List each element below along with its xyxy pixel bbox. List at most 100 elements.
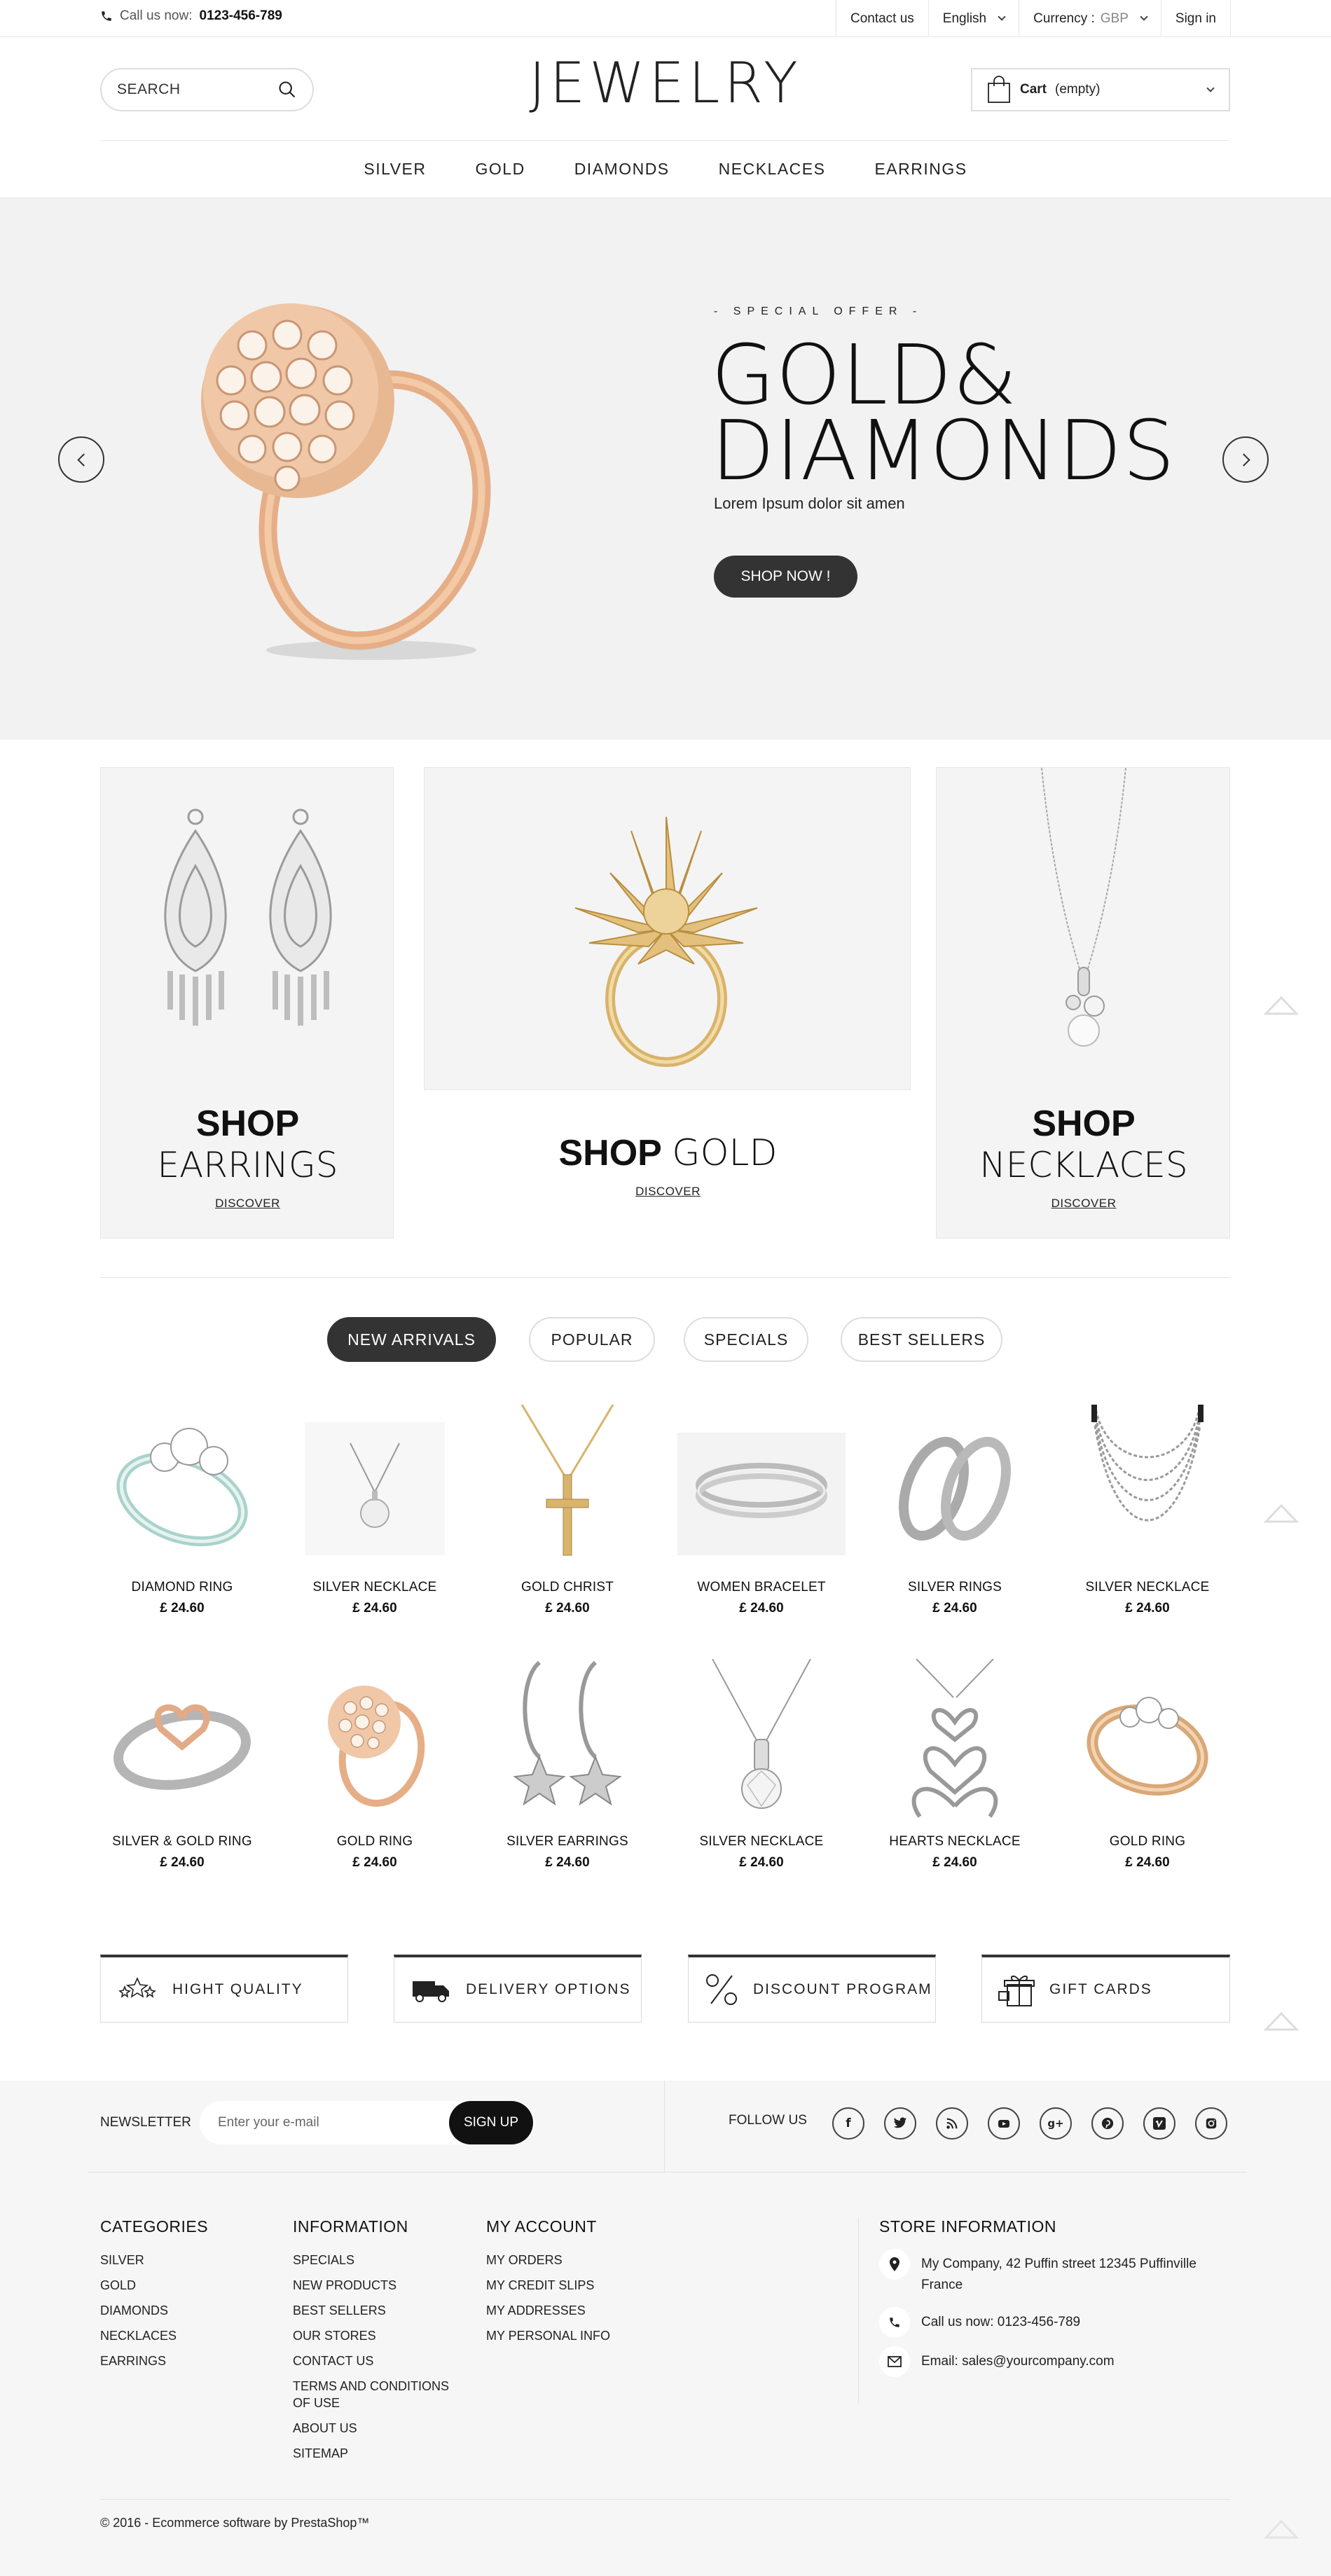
shop-now-button[interactable]: SHOP NOW !: [714, 556, 857, 598]
site-logo[interactable]: JEWELRY: [490, 50, 841, 116]
chevron-left-icon: [76, 453, 90, 467]
product-card[interactable]: DIAMOND RING £ 24.60: [98, 1405, 266, 1616]
footer-link[interactable]: OUR STORES: [293, 2327, 454, 2344]
product-card[interactable]: SILVER & GOLD RING £ 24.60: [98, 1659, 266, 1871]
footer-link[interactable]: MY PERSONAL INFO: [486, 2327, 647, 2344]
search-input[interactable]: SEARCH: [100, 68, 314, 111]
product-name[interactable]: SILVER NECKLACE: [291, 1580, 459, 1595]
signup-button[interactable]: SIGN UP: [449, 2101, 533, 2144]
currency-select[interactable]: Currency : GBP: [1019, 0, 1161, 37]
google-plus-icon[interactable]: g+: [1040, 2107, 1072, 2140]
product-image[interactable]: [677, 1659, 846, 1820]
discover-link[interactable]: DISCOVER: [215, 1197, 280, 1210]
product-name[interactable]: SILVER EARRINGS: [483, 1834, 651, 1850]
footer-link[interactable]: DIAMONDS: [100, 2302, 261, 2319]
cart-dropdown[interactable]: Cart (empty): [971, 68, 1230, 111]
feature-delivery: DELIVERY OPTIONS: [394, 1955, 642, 2023]
product-image[interactable]: [291, 1659, 459, 1820]
call-label: Call us now:: [120, 8, 193, 23]
product-name[interactable]: SILVER RINGS: [871, 1580, 1039, 1595]
footer-link[interactable]: MY ORDERS: [486, 2252, 647, 2268]
footer-link[interactable]: MY CREDIT SLIPS: [486, 2277, 647, 2294]
slider-prev-button[interactable]: [58, 436, 104, 483]
language-select[interactable]: English: [927, 0, 1019, 37]
store-email[interactable]: Email: sales@yourcompany.com: [921, 2351, 1115, 2372]
scroll-up-icon[interactable]: [1264, 1503, 1299, 1524]
footer-link[interactable]: NECKLACES: [100, 2327, 261, 2344]
scroll-up-icon[interactable]: [1264, 2011, 1299, 2032]
product-name[interactable]: GOLD CHRIST: [483, 1580, 651, 1595]
product-image[interactable]: [483, 1405, 651, 1566]
rss-icon[interactable]: [936, 2107, 968, 2140]
product-card[interactable]: GOLD RING £ 24.60: [291, 1659, 459, 1871]
truck-icon: [413, 1981, 449, 2002]
tab-best-sellers[interactable]: BEST SELLERS: [841, 1317, 1002, 1362]
tab-popular[interactable]: POPULAR: [529, 1317, 655, 1362]
youtube-icon[interactable]: [988, 2107, 1020, 2140]
product-card[interactable]: SILVER NECKLACE £ 24.60: [1063, 1405, 1232, 1616]
footer-link[interactable]: SPECIALS: [293, 2252, 454, 2268]
product-card[interactable]: GOLD CHRIST £ 24.60: [483, 1405, 651, 1616]
banner-necklaces[interactable]: SHOP NECKLACES DISCOVER: [936, 767, 1230, 1239]
product-name[interactable]: GOLD RING: [1063, 1834, 1232, 1850]
product-card[interactable]: SILVER NECKLACE £ 24.60: [677, 1659, 846, 1871]
product-image[interactable]: [677, 1405, 846, 1566]
copyright[interactable]: © 2016 - Ecommerce software by PrestaSho…: [100, 2516, 369, 2530]
signin-link[interactable]: Sign in: [1160, 0, 1231, 37]
percent-icon: [706, 1974, 737, 2005]
nav-item-silver[interactable]: SILVER: [339, 160, 450, 179]
scroll-up-icon[interactable]: [1264, 2519, 1299, 2540]
discover-link[interactable]: DISCOVER: [635, 1185, 701, 1198]
vimeo-icon[interactable]: [1143, 2107, 1175, 2140]
footer-link[interactable]: ABOUT US: [293, 2420, 454, 2437]
hero-title: GOLD& DIAMONDS: [711, 333, 1175, 492]
product-name[interactable]: SILVER NECKLACE: [677, 1834, 846, 1850]
facebook-icon[interactable]: f: [832, 2107, 864, 2140]
footer-link[interactable]: GOLD: [100, 2277, 261, 2294]
product-card[interactable]: GOLD RING £ 24.60: [1063, 1659, 1232, 1871]
instagram-icon[interactable]: [1195, 2107, 1227, 2140]
product-image[interactable]: [483, 1659, 651, 1820]
footer-link[interactable]: CONTACT US: [293, 2353, 454, 2369]
tab-specials[interactable]: SPECIALS: [684, 1317, 808, 1362]
footer-link[interactable]: NEW PRODUCTS: [293, 2277, 454, 2294]
product-name[interactable]: SILVER NECKLACE: [1063, 1580, 1232, 1595]
banner-gold[interactable]: SHOP GOLD DISCOVER: [424, 767, 911, 1198]
search-icon[interactable]: [277, 80, 297, 99]
footer-link[interactable]: BEST SELLERS: [293, 2302, 454, 2319]
footer-link[interactable]: SILVER: [100, 2252, 261, 2268]
product-image[interactable]: [291, 1405, 459, 1566]
product-name[interactable]: HEARTS NECKLACE: [871, 1834, 1039, 1850]
banner-earrings[interactable]: SHOP EARRINGS DISCOVER: [100, 767, 394, 1239]
discover-link[interactable]: DISCOVER: [1051, 1197, 1117, 1210]
nav-item-earrings[interactable]: EARRINGS: [850, 160, 991, 179]
product-image[interactable]: [871, 1405, 1039, 1566]
product-image[interactable]: [98, 1405, 266, 1566]
product-card[interactable]: SILVER NECKLACE £ 24.60: [291, 1405, 459, 1616]
product-image[interactable]: [98, 1659, 266, 1820]
product-name[interactable]: GOLD RING: [291, 1834, 459, 1850]
tab-new-arrivals[interactable]: NEW ARRIVALS: [327, 1317, 496, 1362]
nav-item-diamonds[interactable]: DIAMONDS: [550, 160, 694, 179]
scroll-up-icon[interactable]: [1264, 995, 1299, 1016]
pinterest-icon[interactable]: [1091, 2107, 1124, 2140]
slider-next-button[interactable]: [1222, 436, 1269, 483]
product-card[interactable]: HEARTS NECKLACE £ 24.60: [871, 1659, 1039, 1871]
product-card[interactable]: WOMEN BRACELET £ 24.60: [677, 1405, 846, 1616]
footer-link[interactable]: MY ADDRESSES: [486, 2302, 647, 2319]
twitter-icon[interactable]: [884, 2107, 916, 2140]
product-card[interactable]: SILVER EARRINGS £ 24.60: [483, 1659, 651, 1871]
product-name[interactable]: SILVER & GOLD RING: [98, 1834, 266, 1850]
product-image[interactable]: [1063, 1405, 1232, 1566]
footer-link[interactable]: EARRINGS: [100, 2353, 261, 2369]
footer-link[interactable]: TERMS AND CONDITIONS OF USE: [293, 2378, 454, 2411]
product-image[interactable]: [1063, 1659, 1232, 1820]
product-image[interactable]: [871, 1659, 1039, 1820]
product-name[interactable]: DIAMOND RING: [98, 1580, 266, 1595]
footer-link[interactable]: SITEMAP: [293, 2445, 454, 2462]
contact-link[interactable]: Contact us: [835, 0, 928, 37]
nav-item-gold[interactable]: GOLD: [451, 160, 550, 179]
nav-item-necklaces[interactable]: NECKLACES: [694, 160, 850, 179]
product-name[interactable]: WOMEN BRACELET: [677, 1580, 846, 1595]
product-card[interactable]: SILVER RINGS £ 24.60: [871, 1405, 1039, 1616]
